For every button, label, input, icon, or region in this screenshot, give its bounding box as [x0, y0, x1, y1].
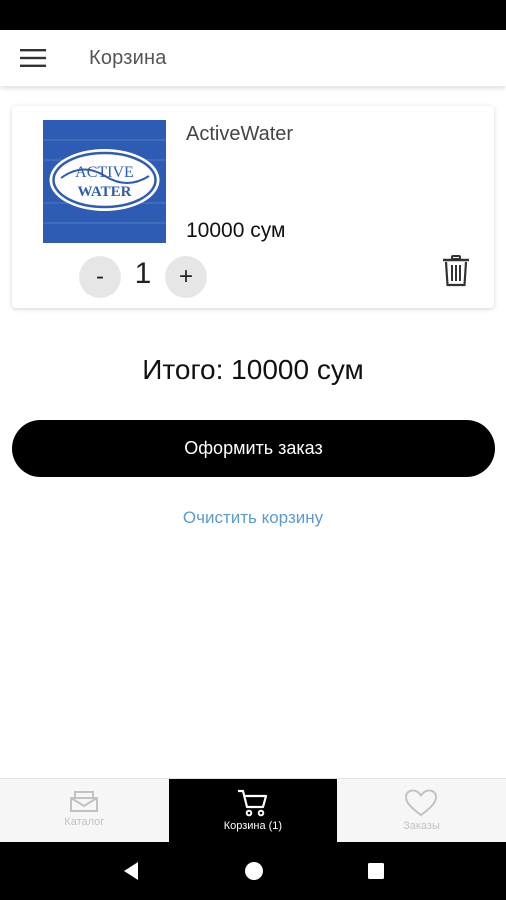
nav-label-cart: Корзина (1): [223, 820, 283, 832]
total-label: Итого:: [142, 354, 224, 385]
hamburger-icon: [20, 49, 46, 67]
status-bar: [0, 0, 506, 30]
total-value: 10000 сум: [231, 354, 364, 385]
app-bar: Корзина: [0, 30, 506, 86]
page-title: Корзина: [89, 46, 167, 69]
nav-tab-orders[interactable]: Заказы: [337, 779, 506, 843]
heart-icon: [405, 789, 438, 817]
svg-text:ACTIVE: ACTIVE: [75, 164, 134, 181]
quantity-increase-button[interactable]: +: [165, 256, 207, 298]
product-name[interactable]: ActiveWater: [186, 123, 293, 146]
product-price: 10000 сум: [186, 219, 286, 242]
system-navigation-bar: [0, 842, 506, 900]
cart-item-card: ACTIVE WATER ActiveWater 10000 сум - 1 +: [12, 106, 494, 308]
nav-tab-catalog[interactable]: Каталог: [0, 779, 169, 843]
delete-item-button[interactable]: [440, 254, 472, 288]
quantity-decrease-button[interactable]: -: [79, 256, 121, 298]
recents-icon[interactable]: [367, 862, 385, 880]
catalog-icon: [70, 791, 99, 812]
menu-button[interactable]: [0, 30, 66, 86]
trash-icon: [443, 255, 469, 287]
cart-icon: [237, 789, 267, 817]
cart-total: Итого: 10000 сум: [0, 354, 506, 386]
nav-label-catalog: Каталог: [64, 816, 105, 828]
svg-text:WATER: WATER: [78, 184, 132, 200]
clear-cart-link[interactable]: Очистить корзину: [0, 508, 506, 528]
quantity-value: 1: [134, 257, 152, 290]
checkout-button[interactable]: Оформить заказ: [12, 420, 495, 477]
nav-label-orders: Заказы: [403, 820, 440, 832]
product-image[interactable]: ACTIVE WATER: [43, 120, 166, 243]
home-icon[interactable]: [244, 861, 264, 881]
back-icon[interactable]: [121, 860, 141, 882]
bottom-nav: Каталог Корзина (1) Заказы: [0, 778, 506, 843]
nav-tab-cart[interactable]: Корзина (1): [168, 779, 338, 843]
